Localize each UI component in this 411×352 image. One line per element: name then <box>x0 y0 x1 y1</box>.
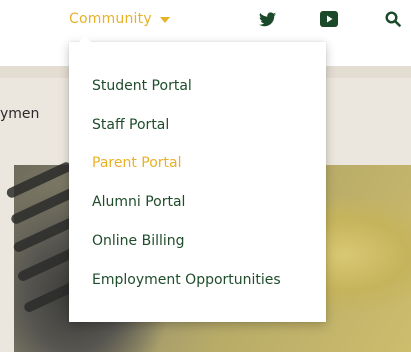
page-heading-partial: ymen <box>0 106 40 122</box>
community-nav-label: Community <box>69 11 152 27</box>
community-dropdown-menu: Student Portal Staff Portal Parent Porta… <box>69 36 326 322</box>
menu-item-student-portal[interactable]: Student Portal <box>92 76 192 96</box>
dropdown-pointer <box>79 36 91 42</box>
menu-item-staff-portal[interactable]: Staff Portal <box>92 115 169 135</box>
top-nav-bar: Community <box>0 0 411 42</box>
menu-item-alumni-portal[interactable]: Alumni Portal <box>92 192 185 212</box>
twitter-icon[interactable] <box>258 10 276 28</box>
menu-item-employment-opportunities[interactable]: Employment Opportunities <box>92 270 281 290</box>
menu-item-parent-portal[interactable]: Parent Portal <box>92 153 182 173</box>
search-icon[interactable] <box>384 10 402 28</box>
community-nav-item[interactable]: Community <box>69 8 170 30</box>
caret-down-icon <box>159 16 170 23</box>
youtube-icon[interactable] <box>320 10 338 28</box>
menu-item-online-billing[interactable]: Online Billing <box>92 231 185 251</box>
